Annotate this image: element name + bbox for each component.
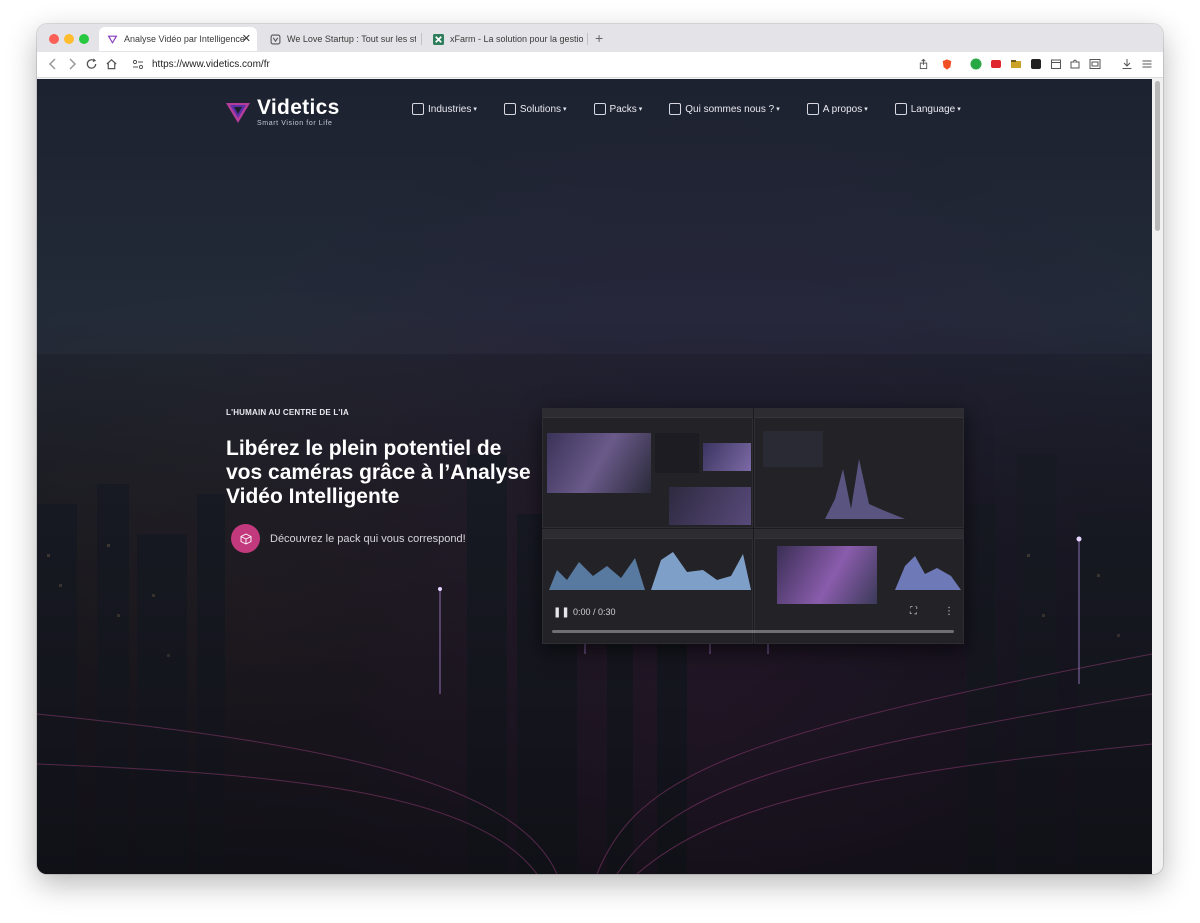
share-icon[interactable] (917, 58, 929, 70)
nav-a-propos[interactable]: A propos ▾ (806, 103, 868, 115)
more-options-icon[interactable]: ⋮ (944, 606, 954, 617)
video-quadrant-top-left (542, 408, 753, 528)
new-tab-icon[interactable]: + (595, 30, 603, 46)
video-quadrant-top-right (754, 408, 964, 528)
nav-qui-sommes-nous[interactable]: Qui sommes nous ? ▾ (669, 103, 780, 115)
home-icon[interactable] (105, 57, 118, 74)
tab-separator (587, 33, 588, 45)
tab-title: We Love Startup : Tout sur les star (287, 34, 416, 44)
solutions-icon (503, 103, 516, 115)
tab-videtics[interactable]: Analyse Vidéo par Intelligence ✕ (99, 27, 257, 51)
zoom-window-button[interactable] (79, 34, 89, 44)
extension-calendar-icon[interactable] (1050, 58, 1062, 70)
close-tab-icon[interactable]: ✕ (242, 32, 251, 45)
extension-dark-icon[interactable] (1030, 58, 1042, 70)
nav-language[interactable]: Language ▾ (894, 103, 961, 115)
scrollbar-thumb[interactable] (1155, 81, 1160, 231)
hero-headline: Libérez le plein potentiel de vos caméra… (226, 437, 531, 508)
nav-solutions[interactable]: Solutions ▾ (503, 103, 567, 115)
address-bar[interactable]: https://www.videtics.com/fr (152, 59, 270, 70)
back-icon[interactable] (47, 57, 59, 74)
nav-industries[interactable]: Industries ▾ (412, 103, 477, 115)
chevron-down-icon: ▾ (473, 106, 477, 113)
video-progress-bar[interactable] (552, 630, 954, 633)
cube-icon (240, 532, 251, 545)
nav-label: Industries (428, 103, 472, 115)
industries-icon (412, 103, 424, 115)
packs-icon (593, 103, 606, 115)
extensions-puzzle-icon[interactable] (1069, 58, 1081, 70)
web-page: Videtics Smart Vision for Life Industrie… (37, 79, 1152, 874)
minimize-window-button[interactable] (64, 34, 74, 44)
extension-green-icon[interactable] (970, 58, 982, 70)
tab-strip: Analyse Vidéo par Intelligence ✕ We Love… (37, 24, 1163, 52)
translate-icon (894, 103, 907, 115)
main-navigation: Industries ▾ Solutions ▾ Packs ▾ Qui som… (412, 103, 988, 115)
hero-eyebrow: L'HUMAIN AU CENTRE DE L'IA (226, 408, 349, 417)
tab-separator (421, 33, 422, 45)
video-time: 0:00 / 0:30 (573, 607, 616, 617)
nav-label: Language (910, 103, 956, 115)
logo-tagline: Smart Vision for Life (257, 120, 333, 127)
nav-label: Solutions (519, 103, 562, 115)
chevron-down-icon: ▾ (563, 106, 567, 113)
videtics-logo-icon (107, 34, 118, 45)
download-icon[interactable] (1121, 58, 1133, 70)
tab-title: xFarm - La solution pour la gestion (450, 34, 583, 44)
brave-shields-icon[interactable] (941, 58, 953, 70)
team-icon (669, 103, 682, 115)
pause-icon[interactable]: ❚❚ (553, 607, 570, 618)
site-logo[interactable]: Videtics Smart Vision for Life (225, 97, 340, 127)
menu-icon[interactable] (1141, 58, 1153, 70)
hero-video-player[interactable]: ❚❚ 0:00 / 0:30 ⛶ ⋮ (542, 408, 964, 644)
chevron-down-icon: ▾ (776, 106, 780, 113)
cta-text[interactable]: Découvrez le pack qui vous correspond! (270, 533, 466, 545)
browser-window: Analyse Vidéo par Intelligence ✕ We Love… (37, 24, 1163, 874)
page-scrollbar[interactable] (1152, 79, 1163, 874)
cta-button[interactable] (231, 524, 260, 553)
fullscreen-icon[interactable]: ⛶ (910, 606, 917, 617)
tab-welovestartup[interactable]: We Love Startup : Tout sur les star (262, 27, 416, 51)
nav-label: Packs (609, 103, 637, 115)
nav-label: A propos (822, 103, 863, 115)
logo-name: Videtics (257, 96, 340, 119)
sidebar-panel-icon[interactable] (1089, 58, 1101, 70)
hero-cta[interactable]: Découvrez le pack qui vous correspond! (231, 524, 466, 553)
chevron-down-icon: ▾ (864, 106, 868, 113)
nav-packs[interactable]: Packs ▾ (593, 103, 643, 115)
wls-favicon-icon (270, 34, 281, 45)
extension-folder-icon[interactable] (1010, 58, 1022, 70)
tab-xfarm[interactable]: xFarm - La solution pour la gestion (425, 27, 583, 51)
extension-red-icon[interactable] (990, 58, 1002, 70)
tab-title: Analyse Vidéo par Intelligence (124, 34, 245, 44)
nav-label: Qui sommes nous ? (685, 103, 775, 115)
chevron-down-icon: ▾ (957, 106, 961, 113)
site-settings-icon[interactable] (132, 57, 144, 74)
forward-icon[interactable] (66, 57, 78, 74)
xfarm-favicon-icon (433, 33, 444, 45)
videtics-logo-icon (226, 103, 250, 123)
reload-icon[interactable] (85, 57, 98, 74)
book-icon (806, 103, 819, 115)
browser-toolbar: https://www.videtics.com/fr (37, 52, 1163, 78)
chevron-down-icon: ▾ (638, 106, 643, 113)
close-window-button[interactable] (49, 34, 59, 44)
